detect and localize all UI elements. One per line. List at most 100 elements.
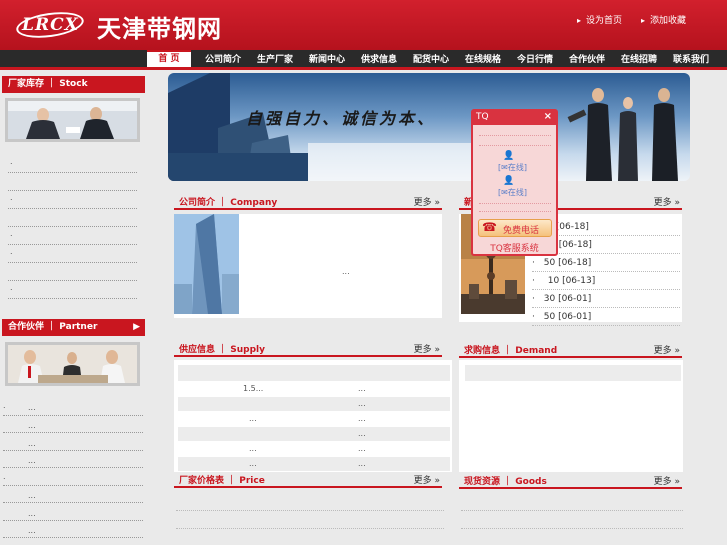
- partner-header[interactable]: 合作伙伴 ｜ Partner ▶: [2, 319, 145, 336]
- nav-item-jobs[interactable]: 在线招聘: [621, 52, 657, 65]
- price-divider: [176, 528, 444, 529]
- demand-section-header: 求购信息 ｜ Demand 更多 »: [459, 341, 682, 358]
- news-item-text: 10: [547, 276, 560, 286]
- nav-item-contact[interactable]: 联系我们: [673, 52, 709, 65]
- list-divider: [8, 298, 137, 299]
- list-item[interactable]: .: [10, 157, 13, 166]
- news-item[interactable]: · 30 [06-01]: [532, 294, 591, 304]
- price-divider: [176, 510, 444, 511]
- nav-item-manufacturers[interactable]: 生产厂家: [257, 52, 293, 65]
- supply-cell[interactable]: ...: [358, 399, 366, 408]
- list-item[interactable]: ...: [28, 421, 36, 430]
- supply-cell[interactable]: ...: [249, 459, 257, 468]
- list-item[interactable]: .: [3, 401, 6, 410]
- partner-title: 合作伙伴 ｜ Partner: [8, 322, 98, 332]
- supply-cell[interactable]: ...: [358, 429, 366, 438]
- list-item[interactable]: ...: [28, 439, 36, 448]
- nav-item-home[interactable]: 首 页: [147, 50, 191, 67]
- list-item[interactable]: .: [10, 283, 13, 292]
- supply-row: [178, 365, 450, 381]
- list-divider: [8, 226, 137, 227]
- more-label: 更多: [413, 345, 432, 355]
- arrow-icon: ▸: [577, 16, 582, 25]
- news-item-date: [06-18]: [555, 222, 589, 232]
- double-chevron-icon: »: [434, 345, 440, 355]
- more-label: 更多: [653, 346, 672, 356]
- demand-more-link[interactable]: 更多 »: [654, 343, 680, 356]
- news-item[interactable]: · 10 [06-13]: [532, 276, 595, 286]
- free-call-label: 免费电话: [503, 226, 540, 236]
- list-divider: [8, 172, 137, 173]
- news-divider: [532, 325, 680, 326]
- stock-header[interactable]: 厂家库存 ｜ Stock: [2, 76, 145, 93]
- supply-cell[interactable]: ...: [358, 384, 366, 393]
- phone-icon: ☎: [482, 220, 497, 234]
- company-more-link[interactable]: 更多 »: [414, 195, 440, 208]
- list-item[interactable]: ...: [28, 509, 36, 518]
- news-more-link[interactable]: 更多 »: [654, 195, 680, 208]
- nav-item-news[interactable]: 新闻中心: [309, 52, 345, 65]
- price-more-link[interactable]: 更多 »: [414, 473, 440, 486]
- news-divider: [532, 271, 680, 272]
- tq-divider: [479, 211, 551, 212]
- news-item-date: [06-01]: [558, 312, 592, 322]
- supply-cell[interactable]: ...: [358, 459, 366, 468]
- business-people-image: [8, 101, 137, 139]
- more-label: 更多: [413, 476, 432, 486]
- news-divider: [532, 307, 680, 308]
- tq-title: TQ: [476, 112, 489, 122]
- free-call-button[interactable]: ☎ 免费电话: [478, 219, 552, 237]
- site-header: LRCX 天津带钢网 ▸ 设为首页 ▸ 添加收藏: [0, 0, 727, 50]
- nav-item-market[interactable]: 今日行情: [517, 52, 553, 65]
- list-divider: [8, 190, 137, 191]
- list-item[interactable]: .: [10, 229, 13, 238]
- news-item[interactable]: · 50 [06-01]: [532, 312, 591, 322]
- list-item[interactable]: ...: [28, 526, 36, 535]
- nav-item-supply-demand[interactable]: 供求信息: [361, 52, 397, 65]
- news-divider: [532, 289, 680, 290]
- nav-item-partners[interactable]: 合作伙伴: [569, 52, 605, 65]
- add-favorite-link[interactable]: ▸ 添加收藏: [641, 13, 686, 26]
- list-item[interactable]: .: [10, 247, 13, 256]
- site-logo[interactable]: LRCX: [14, 8, 86, 42]
- goods-divider: [461, 528, 683, 529]
- nav-item-specs[interactable]: 在线规格: [465, 52, 501, 65]
- list-divider: [3, 467, 143, 468]
- partner-photo: [5, 342, 140, 386]
- list-item[interactable]: ...: [28, 456, 36, 465]
- supply-row: [178, 397, 450, 411]
- hero-banner: 自强自力、诚信为本、: [168, 73, 690, 181]
- set-homepage-link[interactable]: ▸ 设为首页: [577, 13, 622, 26]
- goods-title: 现货资源 ｜ Goods: [464, 477, 547, 487]
- supply-cell[interactable]: ...: [249, 444, 257, 453]
- supply-cell[interactable]: ...: [249, 414, 257, 423]
- list-item[interactable]: .: [10, 193, 13, 202]
- news-item-date: [06-13]: [562, 276, 596, 286]
- list-item[interactable]: .: [3, 472, 6, 481]
- list-item[interactable]: ...: [28, 491, 36, 500]
- close-icon[interactable]: ×: [544, 111, 552, 122]
- tq-online-chat-button[interactable]: [✉在线]: [498, 187, 532, 197]
- goods-more-link[interactable]: 更多 »: [654, 474, 680, 487]
- nav-item-company[interactable]: 公司简介: [205, 52, 241, 65]
- supply-row: [178, 457, 450, 471]
- news-item-text: 30: [543, 294, 556, 304]
- tq-online-chat-button[interactable]: [✉在线]: [498, 162, 532, 172]
- supply-more-link[interactable]: 更多 »: [414, 342, 440, 355]
- goods-divider: [461, 510, 683, 511]
- company-building-photo: [174, 214, 239, 314]
- supply-cell[interactable]: ...: [358, 444, 366, 453]
- arrow-icon: ▸: [641, 16, 646, 25]
- news-item-date: [06-01]: [558, 294, 592, 304]
- chevron-right-icon: ▶: [133, 322, 140, 332]
- set-homepage-label: 设为首页: [586, 16, 623, 26]
- nav-item-distribution[interactable]: 配货中心: [413, 52, 449, 65]
- company-summary: ...: [342, 267, 350, 276]
- supply-cell[interactable]: 1.5...: [243, 384, 263, 393]
- supply-cell[interactable]: ...: [358, 414, 366, 423]
- price-section-header: 厂家价格表 ｜ Price 更多 »: [174, 471, 442, 488]
- company-section-header: 公司简介 ｜ Company 更多 »: [174, 193, 442, 210]
- news-item[interactable]: · 50 [06-18]: [532, 258, 591, 268]
- list-item[interactable]: ...: [28, 403, 36, 412]
- price-title: 厂家价格表 ｜ Price: [179, 476, 265, 486]
